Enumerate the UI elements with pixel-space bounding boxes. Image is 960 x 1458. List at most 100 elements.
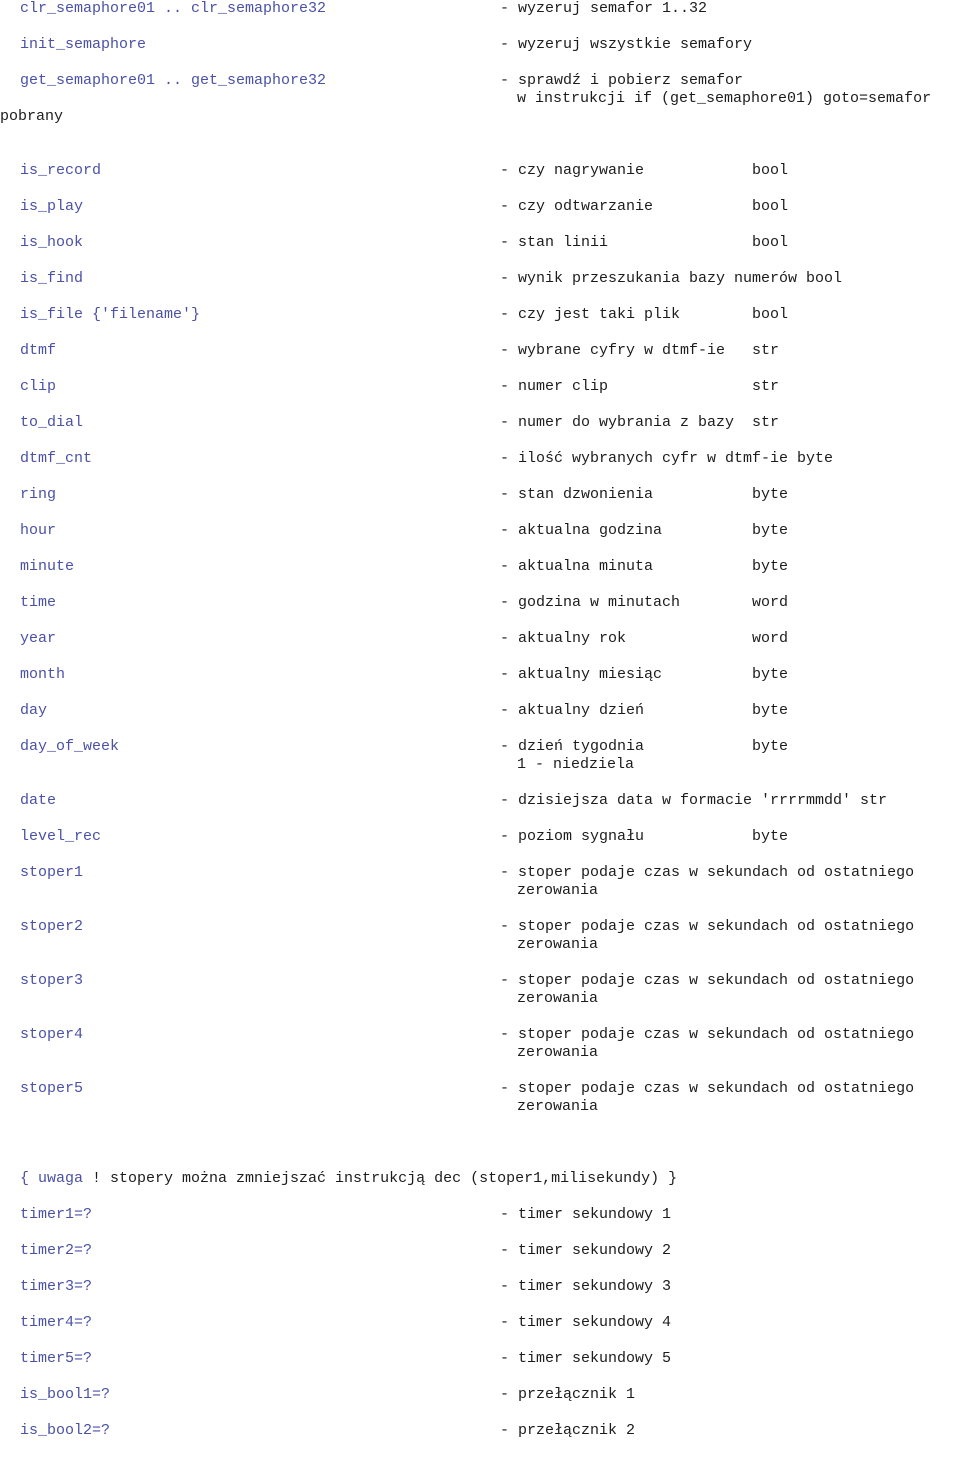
entry-identifier: stoper1 — [20, 864, 84, 881]
entry-description-block: - czy nagrywanie bool — [500, 162, 788, 180]
entry-description: - dzisiejsza data w formacie 'rrrrmmdd' … — [500, 792, 888, 809]
entry-identifier: day_of_week — [20, 738, 120, 755]
entry-description-block: - timer sekundowy 2 — [500, 1242, 671, 1260]
entry-row: year - aktualny rok word — [0, 630, 960, 666]
entry-identifier: is_hook — [20, 234, 84, 251]
entry-description-continuation: 1 - niedziela — [517, 756, 635, 773]
entry-identifier: stoper2 — [20, 918, 84, 935]
entry-identifier: get_semaphore01 .. get_semaphore32 — [20, 72, 327, 89]
note-line: { uwaga ! stopery można zmniejszać instr… — [0, 1170, 960, 1188]
entry-description: - aktualny miesiąc byte — [500, 666, 789, 683]
entry-description-block: - wyzeruj wszystkie semafory — [500, 36, 752, 54]
entry-description-block: - aktualny dzień byte — [500, 702, 788, 720]
entry-row: is_file {'filename'} - czy jest taki plik… — [0, 306, 960, 342]
entry-row: stoper4 - stoper podaje czas w sekundach … — [0, 1026, 960, 1080]
entry-row: is_hook - stan linii bool — [0, 234, 960, 270]
entry-description-block: - godzina w minutach word — [500, 594, 788, 612]
entry-row: month - aktualny miesiąc byte — [0, 666, 960, 702]
entry-row: timer4=? - timer sekundowy 4 — [0, 1314, 960, 1350]
entry-identifier: time — [20, 594, 57, 611]
entry-identifier: timer2=? — [20, 1242, 93, 1259]
entry-row: is_record - czy nagrywanie bool — [0, 162, 960, 198]
entry-description: - wybrane cyfry w dtmf-ie str — [500, 342, 780, 359]
section-gap-3 — [0, 1188, 960, 1206]
entry-identifier: to_dial — [20, 414, 84, 431]
entry-description-block: - timer sekundowy 5 — [500, 1350, 671, 1368]
entry-description: - wyzeruj wszystkie semafory — [500, 36, 753, 53]
entry-row: time - godzina w minutach word — [0, 594, 960, 630]
entry-description-block: - przełącznik 2 — [500, 1422, 635, 1440]
entry-identifier: is_record — [20, 162, 102, 179]
entry-description-block: - przełącznik 1 — [500, 1386, 635, 1404]
entry-description: - aktualna godzina byte — [500, 522, 789, 539]
entry-identifier: month — [20, 666, 66, 683]
entry-description-block: - aktualna minuta byte — [500, 558, 788, 576]
entry-description: - aktualny dzień byte — [500, 702, 789, 719]
entry-identifier: is_find — [20, 270, 84, 287]
entry-identifier: hour — [20, 522, 57, 539]
entry-description: - wynik przeszukania bazy numerów bool — [500, 270, 843, 287]
entry-description-continuation: zerowania — [517, 1098, 599, 1115]
entry-row: is_bool2=? - przełącznik 2 — [0, 1422, 960, 1458]
entry-identifier: minute — [20, 558, 75, 575]
entry-identifier: timer5=? — [20, 1350, 93, 1367]
variables-section: is_record - czy nagrywanie bool is_play - c… — [0, 162, 960, 1134]
entry-description-block: - czy jest taki plik bool — [500, 306, 788, 324]
entry-identifier: stoper5 — [20, 1080, 84, 1097]
entry-row: is_find - wynik przeszukania bazy numerów… — [0, 270, 960, 306]
entry-description-block: - numer clip str — [500, 378, 779, 396]
entry-row: stoper2 - stoper podaje czas w sekundach … — [0, 918, 960, 972]
entry-description-block: - dzisiejsza data w formacie 'rrrrmmdd' … — [500, 792, 887, 810]
entry-row: stoper1 - stoper podaje czas w sekundach … — [0, 864, 960, 918]
entry-row: day - aktualny dzień byte — [0, 702, 960, 738]
entry-description: - czy jest taki plik bool — [500, 306, 789, 323]
entry-identifier: stoper3 — [20, 972, 84, 989]
entry-description-continuation: zerowania — [517, 1044, 599, 1061]
entry-row: hour - aktualna godzina byte — [0, 522, 960, 558]
entry-description: - sprawdź i pobierz semafor — [500, 72, 744, 89]
entry-description: - aktualna minuta byte — [500, 558, 789, 575]
entry-row: clip - numer clip str — [0, 378, 960, 414]
entry-identifier: level_rec — [20, 828, 102, 845]
entry-identifier: timer3=? — [20, 1278, 93, 1295]
entry-description-continuation: zerowania — [517, 882, 599, 899]
entry-description: - czy odtwarzanie bool — [500, 198, 789, 215]
entry-description-block: - stan linii bool — [500, 234, 788, 252]
entry-description-block: - sprawdź i pobierz semafor w instrukcji … — [500, 72, 931, 108]
entry-identifier: is_bool2=? — [20, 1422, 111, 1439]
entry-description-block: - ilość wybranych cyfr w dtmf-ie byte — [500, 450, 833, 468]
entry-row: ring - stan dzwonienia byte — [0, 486, 960, 522]
entry-description: - przełącznik 2 — [500, 1422, 636, 1439]
entry-identifier: date — [20, 792, 57, 809]
entry-description-block: - dzień tygodnia byte 1 - niedziela — [500, 738, 788, 774]
entry-description-continuation: zerowania — [517, 990, 599, 1007]
entry-description-block: - stoper podaje czas w sekundach od osta… — [500, 972, 914, 1008]
note-open-brace: { uwaga — [20, 1170, 84, 1187]
entry-description: - stoper podaje czas w sekundach od osta… — [500, 1080, 915, 1097]
entry-description: - stoper podaje czas w sekundach od osta… — [500, 918, 915, 935]
entry-row: dtmf_cnt - ilość wybranych cyfr w dtmf-ie… — [0, 450, 960, 486]
entry-identifier: is_bool1=? — [20, 1386, 111, 1403]
entry-description: - numer clip str — [500, 378, 780, 395]
entry-description: - timer sekundowy 3 — [500, 1278, 672, 1295]
entry-row: timer1=? - timer sekundowy 1 — [0, 1206, 960, 1242]
entry-description: - aktualny rok word — [500, 630, 789, 647]
entry-identifier: is_play — [20, 198, 84, 215]
entry-row: to_dial - numer do wybrania z bazy str — [0, 414, 960, 450]
entry-description-block: - stoper podaje czas w sekundach od osta… — [500, 1026, 914, 1062]
entry-row: day_of_week - dzień tygodnia byte 1 - nied… — [0, 738, 960, 792]
entry-row: init_semaphore - wyzeruj wszystkie semafo… — [0, 36, 960, 72]
entry-row: stoper3 - stoper podaje czas w sekundach … — [0, 972, 960, 1026]
entry-row: timer5=? - timer sekundowy 5 — [0, 1350, 960, 1386]
entry-identifier: timer1=? — [20, 1206, 93, 1223]
entry-description: - stan dzwonienia byte — [500, 486, 789, 503]
entry-description: - ilość wybranych cyfr w dtmf-ie byte — [500, 450, 834, 467]
entry-description: - numer do wybrania z bazy str — [500, 414, 780, 431]
entry-row: is_play - czy odtwarzanie bool — [0, 198, 960, 234]
entry-identifier: dtmf — [20, 342, 57, 359]
entry-description: - stoper podaje czas w sekundach od osta… — [500, 1026, 915, 1043]
entry-identifier: timer4=? — [20, 1314, 93, 1331]
entry-description-overflow: pobrany — [0, 108, 64, 125]
entry-description-continuation: w instrukcji if (get_semaphore01) goto=s… — [517, 90, 932, 107]
entry-description-block: - wynik przeszukania bazy numerów bool — [500, 270, 842, 288]
